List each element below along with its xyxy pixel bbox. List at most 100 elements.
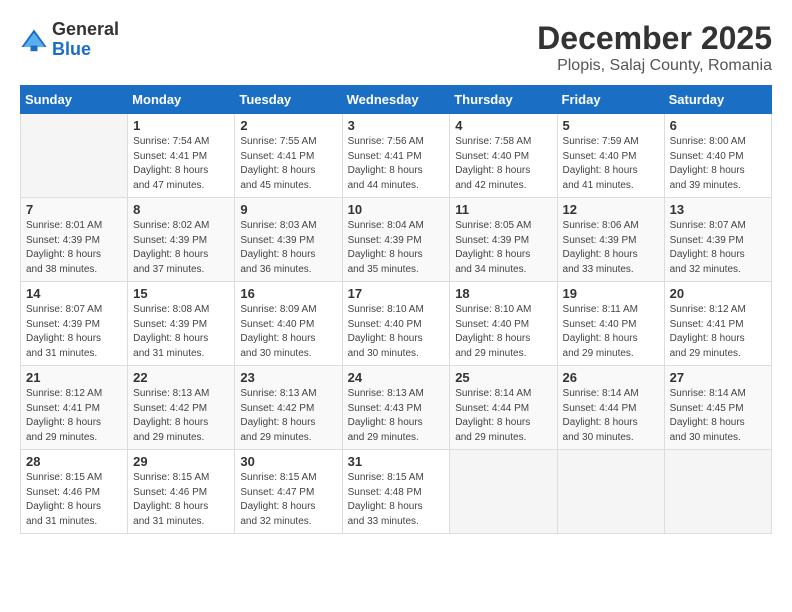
calendar-cell: 2Sunrise: 7:55 AM Sunset: 4:41 PM Daylig… bbox=[235, 114, 342, 198]
day-number: 29 bbox=[133, 454, 229, 469]
weekday-header-friday: Friday bbox=[557, 86, 664, 114]
day-number: 22 bbox=[133, 370, 229, 385]
calendar-header: SundayMondayTuesdayWednesdayThursdayFrid… bbox=[21, 86, 772, 114]
calendar-cell: 24Sunrise: 8:13 AM Sunset: 4:43 PM Dayli… bbox=[342, 366, 450, 450]
day-info: Sunrise: 8:14 AM Sunset: 4:45 PM Dayligh… bbox=[670, 387, 766, 445]
day-info: Sunrise: 8:15 AM Sunset: 4:47 PM Dayligh… bbox=[240, 471, 336, 529]
title-area: December 2025 Plopis, Salaj County, Roma… bbox=[537, 20, 772, 75]
day-info: Sunrise: 8:13 AM Sunset: 4:42 PM Dayligh… bbox=[240, 387, 336, 445]
calendar-cell: 23 Sunrise: 8:13 AM Sunset: 4:42 PM Dayli… bbox=[235, 366, 342, 450]
calendar-cell: 8 Sunrise: 8:02 AM Sunset: 4:39 PM Daylig… bbox=[128, 198, 235, 282]
calendar-cell: 18 Sunrise: 8:10 AM Sunset: 4:40 PM Dayli… bbox=[450, 282, 557, 366]
day-number: 7 bbox=[26, 202, 122, 217]
month-title: December 2025 bbox=[537, 20, 772, 57]
day-info: Sunrise: 7:54 AM Sunset: 4:41 PM Dayligh… bbox=[133, 135, 229, 193]
calendar-cell: 14 Sunrise: 8:07 AM Sunset: 4:39 PM Dayli… bbox=[21, 282, 128, 366]
day-number: 20 bbox=[670, 286, 766, 301]
day-info: Sunrise: 8:02 AM Sunset: 4:39 PM Dayligh… bbox=[133, 219, 229, 277]
calendar-body: 1 Sunrise: 7:54 AM Sunset: 4:41 PM Daylig… bbox=[21, 114, 772, 534]
day-number: 12 bbox=[563, 202, 659, 217]
day-number: 16 bbox=[240, 286, 336, 301]
day-info: Sunrise: 8:09 AM Sunset: 4:40 PM Dayligh… bbox=[240, 303, 336, 361]
day-number: 24 bbox=[348, 370, 445, 385]
day-info: Sunrise: 8:00 AM Sunset: 4:40 PM Dayligh… bbox=[670, 135, 766, 193]
calendar-cell bbox=[450, 450, 557, 534]
day-number: 5 bbox=[563, 118, 659, 133]
calendar-cell: 22 Sunrise: 8:13 AM Sunset: 4:42 PM Dayli… bbox=[128, 366, 235, 450]
day-info: Sunrise: 7:59 AM Sunset: 4:40 PM Dayligh… bbox=[563, 135, 659, 193]
day-number: 30 bbox=[240, 454, 336, 469]
day-info: Sunrise: 8:03 AM Sunset: 4:39 PM Dayligh… bbox=[240, 219, 336, 277]
day-number: 15 bbox=[133, 286, 229, 301]
day-info: Sunrise: 7:58 AM Sunset: 4:40 PM Dayligh… bbox=[455, 135, 551, 193]
calendar-cell: 19Sunrise: 8:11 AM Sunset: 4:40 PM Dayli… bbox=[557, 282, 664, 366]
day-info: Sunrise: 8:04 AM Sunset: 4:39 PM Dayligh… bbox=[348, 219, 445, 277]
calendar-cell: 21Sunrise: 8:12 AM Sunset: 4:41 PM Dayli… bbox=[21, 366, 128, 450]
day-number: 25 bbox=[455, 370, 551, 385]
day-number: 18 bbox=[455, 286, 551, 301]
calendar-cell: 9 Sunrise: 8:03 AM Sunset: 4:39 PM Daylig… bbox=[235, 198, 342, 282]
calendar-cell: 4 Sunrise: 7:58 AM Sunset: 4:40 PM Daylig… bbox=[450, 114, 557, 198]
day-info: Sunrise: 7:56 AM Sunset: 4:41 PM Dayligh… bbox=[348, 135, 445, 193]
day-info: Sunrise: 8:15 AM Sunset: 4:48 PM Dayligh… bbox=[348, 471, 445, 529]
day-number: 23 bbox=[240, 370, 336, 385]
calendar-cell: 12 Sunrise: 8:06 AM Sunset: 4:39 PM Dayli… bbox=[557, 198, 664, 282]
logo-icon bbox=[20, 26, 48, 54]
day-number: 1 bbox=[133, 118, 229, 133]
day-number: 13 bbox=[670, 202, 766, 217]
day-info: Sunrise: 8:14 AM Sunset: 4:44 PM Dayligh… bbox=[455, 387, 551, 445]
calendar-cell: 10Sunrise: 8:04 AM Sunset: 4:39 PM Dayli… bbox=[342, 198, 450, 282]
day-number: 28 bbox=[26, 454, 122, 469]
calendar-cell bbox=[557, 450, 664, 534]
day-number: 4 bbox=[455, 118, 551, 133]
location-title: Plopis, Salaj County, Romania bbox=[537, 57, 772, 75]
day-number: 11 bbox=[455, 202, 551, 217]
day-number: 6 bbox=[670, 118, 766, 133]
calendar-cell: 31Sunrise: 8:15 AM Sunset: 4:48 PM Dayli… bbox=[342, 450, 450, 534]
calendar-cell: 26Sunrise: 8:14 AM Sunset: 4:44 PM Dayli… bbox=[557, 366, 664, 450]
calendar-cell: 29 Sunrise: 8:15 AM Sunset: 4:46 PM Dayli… bbox=[128, 450, 235, 534]
calendar-cell: 6 Sunrise: 8:00 AM Sunset: 4:40 PM Daylig… bbox=[664, 114, 771, 198]
day-number: 19 bbox=[563, 286, 659, 301]
calendar-cell: 1 Sunrise: 7:54 AM Sunset: 4:41 PM Daylig… bbox=[128, 114, 235, 198]
day-info: Sunrise: 8:07 AM Sunset: 4:39 PM Dayligh… bbox=[670, 219, 766, 277]
day-info: Sunrise: 8:10 AM Sunset: 4:40 PM Dayligh… bbox=[455, 303, 551, 361]
weekday-header-saturday: Saturday bbox=[664, 86, 771, 114]
day-number: 17 bbox=[348, 286, 445, 301]
calendar-cell: 30 Sunrise: 8:15 AM Sunset: 4:47 PM Dayli… bbox=[235, 450, 342, 534]
day-number: 27 bbox=[670, 370, 766, 385]
day-number: 14 bbox=[26, 286, 122, 301]
weekday-header-sunday: Sunday bbox=[21, 86, 128, 114]
calendar-cell: 20Sunrise: 8:12 AM Sunset: 4:41 PM Dayli… bbox=[664, 282, 771, 366]
day-number: 21 bbox=[26, 370, 122, 385]
calendar-cell: 16 Sunrise: 8:09 AM Sunset: 4:40 PM Dayli… bbox=[235, 282, 342, 366]
calendar-cell: 7Sunrise: 8:01 AM Sunset: 4:39 PM Daylig… bbox=[21, 198, 128, 282]
logo-text: General Blue bbox=[52, 20, 119, 60]
calendar-week-row: 21Sunrise: 8:12 AM Sunset: 4:41 PM Dayli… bbox=[21, 366, 772, 450]
calendar-cell: 17Sunrise: 8:10 AM Sunset: 4:40 PM Dayli… bbox=[342, 282, 450, 366]
weekday-header-tuesday: Tuesday bbox=[235, 86, 342, 114]
day-info: Sunrise: 8:08 AM Sunset: 4:39 PM Dayligh… bbox=[133, 303, 229, 361]
day-number: 8 bbox=[133, 202, 229, 217]
day-number: 26 bbox=[563, 370, 659, 385]
calendar-cell bbox=[664, 450, 771, 534]
day-info: Sunrise: 8:06 AM Sunset: 4:39 PM Dayligh… bbox=[563, 219, 659, 277]
day-number: 3 bbox=[348, 118, 445, 133]
day-number: 9 bbox=[240, 202, 336, 217]
weekday-header-wednesday: Wednesday bbox=[342, 86, 450, 114]
logo-general-text: General bbox=[52, 20, 119, 40]
calendar-week-row: 14 Sunrise: 8:07 AM Sunset: 4:39 PM Dayli… bbox=[21, 282, 772, 366]
day-info: Sunrise: 8:15 AM Sunset: 4:46 PM Dayligh… bbox=[133, 471, 229, 529]
calendar-cell: 11 Sunrise: 8:05 AM Sunset: 4:39 PM Dayli… bbox=[450, 198, 557, 282]
page-header: General Blue December 2025 Plopis, Salaj… bbox=[20, 20, 772, 75]
calendar-week-row: 1 Sunrise: 7:54 AM Sunset: 4:41 PM Daylig… bbox=[21, 114, 772, 198]
logo: General Blue bbox=[20, 20, 119, 60]
weekday-header-thursday: Thursday bbox=[450, 86, 557, 114]
calendar-week-row: 28 Sunrise: 8:15 AM Sunset: 4:46 PM Dayli… bbox=[21, 450, 772, 534]
day-info: Sunrise: 8:05 AM Sunset: 4:39 PM Dayligh… bbox=[455, 219, 551, 277]
day-info: Sunrise: 8:13 AM Sunset: 4:42 PM Dayligh… bbox=[133, 387, 229, 445]
day-info: Sunrise: 8:07 AM Sunset: 4:39 PM Dayligh… bbox=[26, 303, 122, 361]
day-info: Sunrise: 7:55 AM Sunset: 4:41 PM Dayligh… bbox=[240, 135, 336, 193]
calendar-cell: 13 Sunrise: 8:07 AM Sunset: 4:39 PM Dayli… bbox=[664, 198, 771, 282]
calendar-table: SundayMondayTuesdayWednesdayThursdayFrid… bbox=[20, 85, 772, 534]
